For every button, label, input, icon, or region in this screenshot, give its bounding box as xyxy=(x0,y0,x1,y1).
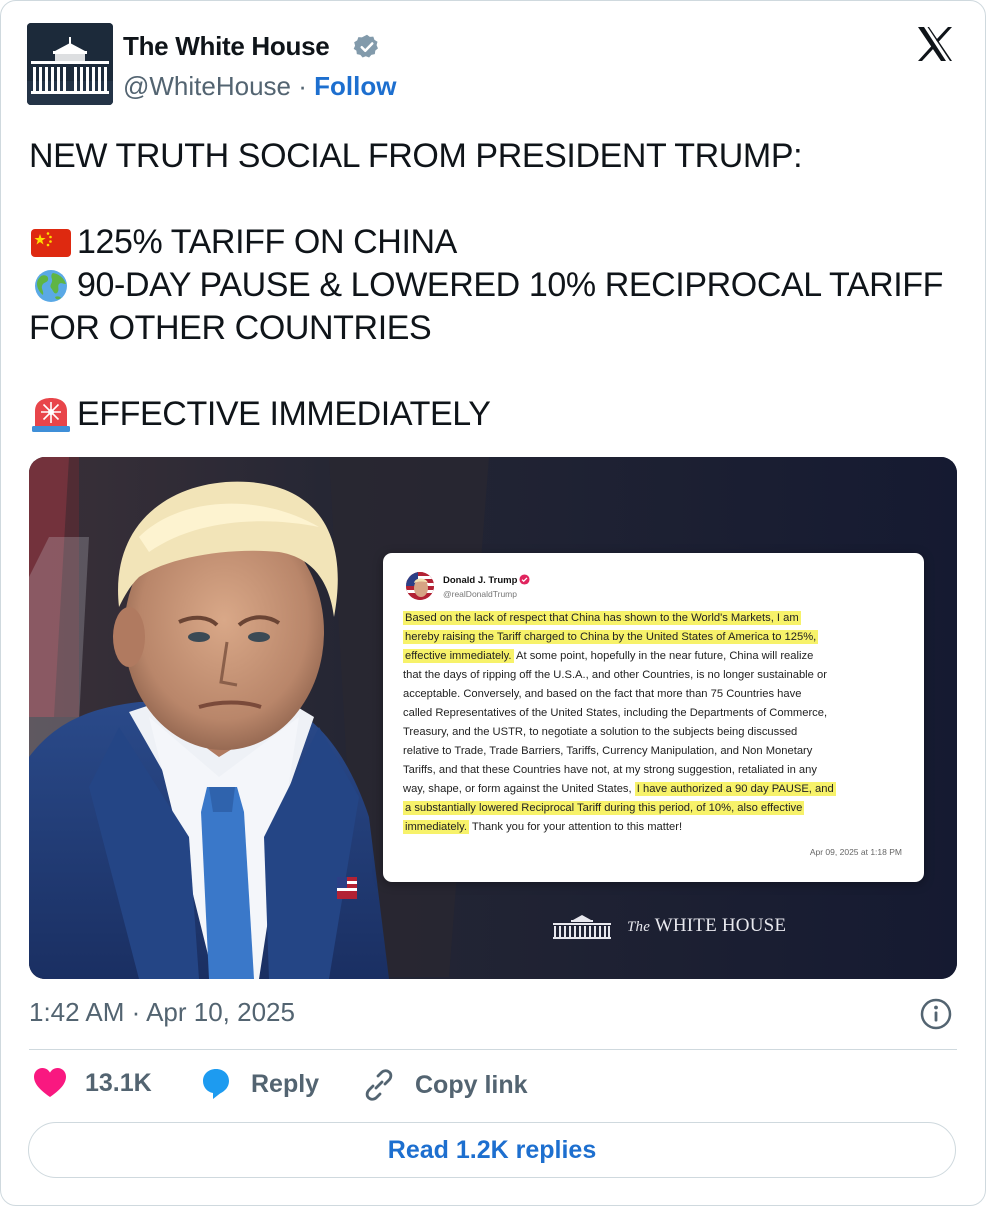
post-line: Based on the lack of respect that China … xyxy=(403,611,801,625)
post-line: a substantially lowered Reciprocal Tarif… xyxy=(403,801,805,815)
like-button[interactable]: 13.1K xyxy=(33,1067,152,1099)
tweet-line-other: FOR OTHER COUNTRIES xyxy=(29,309,432,347)
reply-label: Reply xyxy=(251,1069,320,1098)
account-handle[interactable]: @WhiteHouse xyxy=(123,71,291,101)
reply-icon xyxy=(203,1069,229,1099)
wordmark-the: The xyxy=(627,919,651,935)
tweet-line-pause: 90-DAY PAUSE & LOWERED 10% RECIPROCAL TA… xyxy=(29,264,969,307)
copy-link-button[interactable]: Copy link xyxy=(361,1067,528,1103)
handle-row: @WhiteHouse · Follow xyxy=(123,71,396,102)
handle-separator: · xyxy=(298,71,307,101)
follow-button[interactable]: Follow xyxy=(314,71,396,101)
post-line: Treasury, and the USTR, to negotiate a s… xyxy=(403,726,798,738)
link-icon xyxy=(365,1069,393,1101)
tweet-timestamp[interactable]: 1:42 AM · Apr 10, 2025 xyxy=(29,997,295,1028)
tweet-media-image[interactable]: Donald J. Trump @realDonaldTrump Based o… xyxy=(29,457,957,979)
trump-avatar xyxy=(406,572,434,600)
read-replies-button[interactable]: Read 1.2K replies xyxy=(28,1122,956,1178)
info-icon[interactable] xyxy=(919,997,953,1031)
tweet-line-effective: EFFECTIVE IMMEDIATELY xyxy=(29,393,969,436)
post-line: At some point, hopefully in the near fut… xyxy=(513,650,814,662)
verified-badge-icon xyxy=(353,34,378,58)
heart-icon xyxy=(34,1068,66,1097)
avatar[interactable] xyxy=(27,23,113,105)
post-line: Tariffs, and that these Countries have n… xyxy=(403,764,817,776)
post-line: way, shape, or form against the United S… xyxy=(403,783,635,795)
post-line: that the days of ripping off the U.S.A.,… xyxy=(403,669,827,681)
post-line: effective immediately. xyxy=(403,649,514,663)
post-date: Apr 09, 2025 at 1:18 PM xyxy=(809,847,902,857)
tweet-line-china-text: 125% TARIFF ON CHINA xyxy=(77,223,457,261)
tweet-line-china: 125% TARIFF ON CHINA xyxy=(29,221,969,264)
post-line: I have authorized a 90 day PAUSE, and xyxy=(634,782,836,796)
account-name[interactable]: The White House xyxy=(123,31,330,62)
copy-link-label: Copy link xyxy=(415,1070,528,1099)
like-count: 13.1K xyxy=(85,1068,152,1097)
post-line: acceptable. Conversely, and based on the… xyxy=(403,688,802,700)
globe-icon xyxy=(35,269,67,302)
tweet-card: The White House @WhiteHouse · Follow NEW… xyxy=(0,0,986,1206)
wordmark-name: WHITE HOUSE xyxy=(654,915,787,936)
embedded-truth-post: Donald J. Trump @realDonaldTrump Based o… xyxy=(383,553,924,882)
white-house-wordmark: The WHITE HOUSE xyxy=(627,915,786,937)
tweet-line-headline: NEW TRUTH SOCIAL FROM PRESIDENT TRUMP: xyxy=(29,137,803,175)
post-handle: @realDonaldTrump xyxy=(443,589,517,599)
post-author: Donald J. Trump xyxy=(443,575,518,586)
post-line: immediately. xyxy=(403,820,469,834)
post-line: Thank you for your attention to this mat… xyxy=(468,821,683,833)
white-house-logo-icon xyxy=(553,915,611,939)
post-body: Based on the lack of respect that China … xyxy=(403,609,903,837)
divider xyxy=(29,1049,957,1050)
post-line: hereby raising the Tariff charged to Chi… xyxy=(403,630,819,644)
post-line: relative to Trade, Trade Barriers, Tarif… xyxy=(403,745,813,757)
truth-verified-icon xyxy=(519,574,530,585)
post-line: called Representatives of the United Sta… xyxy=(403,707,828,719)
tweet-text: NEW TRUTH SOCIAL FROM PRESIDENT TRUMP: 1… xyxy=(29,135,969,436)
reply-button[interactable]: Reply xyxy=(199,1067,319,1101)
tweet-line-pause-text: 90-DAY PAUSE & LOWERED 10% RECIPROCAL TA… xyxy=(77,266,944,304)
tweet-line-effective-text: EFFECTIVE IMMEDIATELY xyxy=(77,395,491,433)
x-logo-icon[interactable] xyxy=(915,25,955,63)
rotating-light-icon xyxy=(32,397,70,432)
china-flag-icon xyxy=(31,228,71,257)
